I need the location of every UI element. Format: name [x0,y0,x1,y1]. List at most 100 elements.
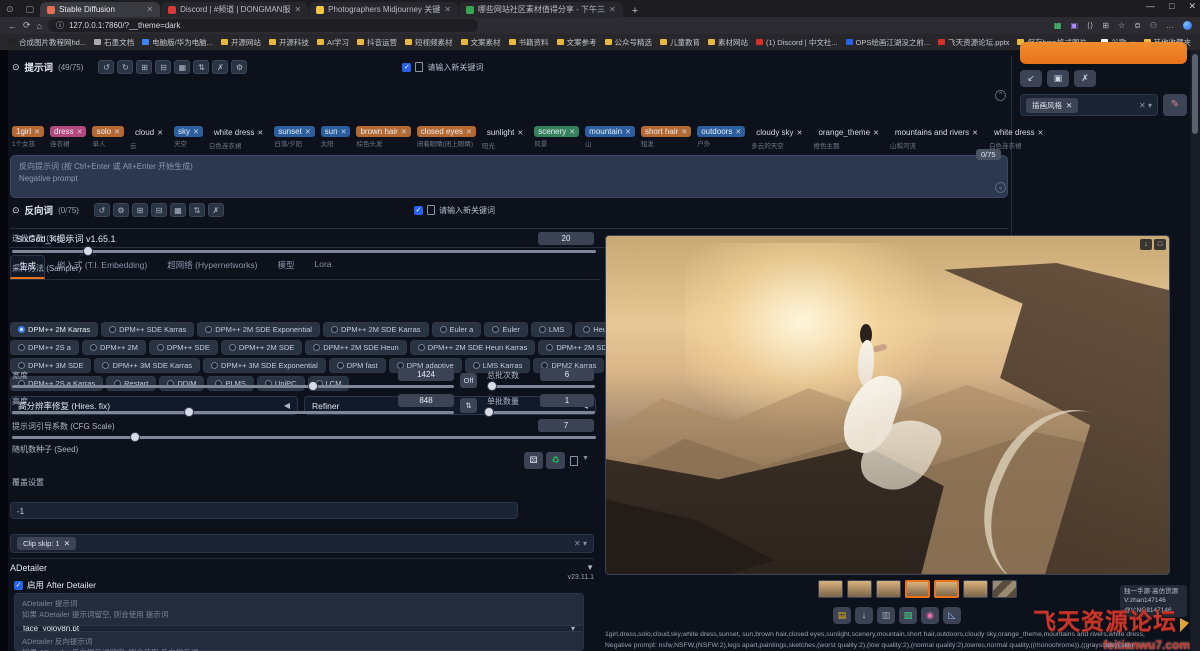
remove-tag-icon[interactable]: ✕ [114,128,120,136]
save-image-button[interactable]: ↓ [855,607,873,624]
prompt-tag[interactable]: white dress✕白色连衣裙 [209,126,268,150]
sampler-option[interactable]: DPM++ 3M SDE Exponential [203,358,326,373]
site-info-icon[interactable]: ⓘ [56,20,64,31]
thumbnail-4[interactable] [905,580,930,598]
tag-pill[interactable]: cloudy sky✕ [751,126,807,139]
tool-button-4[interactable]: ⊟ [155,60,171,74]
prompt-collapse-icon[interactable]: ⌃ [995,90,1006,101]
fullscreen-icon[interactable]: □ [1154,239,1166,250]
tag-pill[interactable]: outdoors✕ [697,126,745,137]
bookmark-item[interactable]: 短视频素材 [402,36,456,49]
batch-size-value[interactable]: 1 [540,394,594,407]
random-seed-button[interactable]: ⚄ [524,452,543,469]
height-slider[interactable] [12,411,454,414]
sampler-option[interactable]: DPM++ 2M SDE [221,340,302,355]
tag-pill[interactable]: mountains and rivers✕ [890,126,983,139]
prompt-tag[interactable]: mountains and rivers✕山和河流 [890,126,983,150]
minimize-button[interactable]: — [1146,1,1155,12]
batch-count-value[interactable]: 6 [540,368,594,381]
bookmark-item[interactable]: 飞天资源论坛.pptx [935,36,1012,49]
tab-close-icon[interactable]: ✕ [294,5,301,14]
prompt-tag[interactable]: solo✕单人 [92,126,124,150]
remove-tag-icon[interactable]: ✕ [401,128,407,136]
checkbox-checked-icon[interactable]: ✓ [14,581,23,590]
override-settings-box[interactable]: Clip skip: 1✕ ✕ ▾ [10,534,594,553]
tool-button-6[interactable]: ⇅ [189,203,205,217]
tool-button-8[interactable]: ⚙ [231,60,247,74]
remove-tag-icon[interactable]: ✕ [77,128,83,136]
new-keyword-checkbox-row[interactable]: ✓ 请输入新关键词 [414,205,495,216]
tag-pill[interactable]: cloud✕ [130,126,168,139]
new-tab-button[interactable]: + [624,5,646,17]
remove-tag-icon[interactable]: ✕ [305,128,311,136]
sampler-option[interactable]: Euler a [432,322,482,337]
tag-pill[interactable]: closed eyes✕ [417,126,476,137]
sampler-option[interactable]: LMS [531,322,572,337]
tool-button-6[interactable]: ⇅ [193,60,209,74]
browser-tab[interactable]: Photographers Midjourney 关键✕ [309,2,458,17]
close-button[interactable]: ✕ [1188,1,1196,12]
swap-dimensions-button[interactable]: ⇅ [460,398,477,413]
prompt-tag[interactable]: scenery✕风景 [534,126,579,150]
prompt-tag[interactable]: white dress✕白色连衣裙 [989,126,1048,150]
bookmark-item[interactable]: 石墨文档 [91,36,137,49]
sampler-option[interactable]: DPM fast [329,358,386,373]
tool-button-7[interactable]: ✗ [208,203,224,217]
sampler-option[interactable]: UniPC [257,376,305,391]
bookmark-item[interactable]: 抖音运营 [354,36,400,49]
prompt-tag[interactable]: orange_theme✕橙色主题 [813,126,883,150]
width-slider[interactable] [12,385,454,388]
thumbnail-3[interactable] [876,580,901,598]
bookmark-item[interactable]: 儿童教育 [657,36,703,49]
thumbnail-5[interactable] [934,580,959,598]
profile-icon[interactable]: ⚇ [1150,21,1157,30]
prompt-tag[interactable]: outdoors✕户外 [697,126,745,150]
remove-tag-icon[interactable]: ✕ [625,128,631,136]
remove-tag-icon[interactable]: ✕ [64,539,70,548]
sampler-option[interactable]: Restart [106,376,156,391]
tag-pill[interactable]: brown hair✕ [356,126,410,137]
sampler-option[interactable]: DPM++ 3M SDE Karras [94,358,200,373]
clear-prompt-button[interactable]: ✗ [1074,70,1096,87]
adetailer-enable-row[interactable]: ✓ 启用 After Detailer [14,579,96,591]
bookmark-item[interactable]: 文案素材 [458,36,504,49]
adetailer-negative-textarea[interactable]: ADetailer 反向提示词 如果 ADetailer 反向提示词留空, 则会… [14,631,584,651]
width-value[interactable]: 1424 [398,368,454,381]
tool-button-7[interactable]: ✗ [212,60,228,74]
collections-icon[interactable]: ⊜ [1134,21,1141,30]
send-to-img2img-button[interactable]: ▧ [899,607,917,624]
remove-tag-icon[interactable]: ✕ [341,128,347,136]
remove-tag-icon[interactable]: ✕ [517,129,523,137]
remove-tag-icon[interactable]: ✕ [1038,129,1044,137]
remove-tag-icon[interactable]: ✕ [797,129,803,137]
sampler-option[interactable]: DPM++ 2M SDE Heun Karras [410,340,536,355]
bookmark-item[interactable]: 合成图片教程网hd... [6,36,89,49]
tab-search-icon[interactable]: ⊙ [0,2,20,17]
tag-pill[interactable]: sky✕ [174,126,203,137]
bookmark-item[interactable]: OPS绘画江湖没之前... [843,36,934,49]
tab-2[interactable]: 超网络 (Hypernetworks) [159,255,265,279]
thumbnail-7[interactable] [992,580,1017,598]
prompt-tag[interactable]: closed eyes✕闭着眼睛(闭上眼睛) [417,126,476,150]
extra-seed-checkbox[interactable] [570,456,578,466]
sampler-option[interactable]: DPM++ 2M Karras [10,322,98,337]
bookmark-item[interactable]: AI学习 [314,36,352,49]
tag-pill[interactable]: white dress✕ [989,126,1048,139]
tab-close-icon[interactable]: ✕ [609,5,616,14]
tag-pill[interactable]: sun✕ [321,126,351,137]
open-folder-button[interactable]: ▤ [833,607,851,624]
tool-button-5[interactable]: ▦ [174,60,190,74]
bookmark-item[interactable]: (1) Discord | 中文社... [753,36,841,49]
seed-input[interactable]: -1 [10,502,518,519]
prompt-tag[interactable]: cloud✕云 [130,126,168,150]
tool-button-1[interactable]: ↺ [94,203,110,217]
prompt-tag[interactable]: 1girl✕1个女孩 [12,126,44,150]
bookmark-item[interactable]: 公众号精选 [602,36,656,49]
tab-4[interactable]: Lora [306,255,339,279]
prompt-tag[interactable]: mountain✕山 [585,126,635,150]
remove-tag-icon[interactable]: ✕ [1066,101,1072,110]
remove-tag-icon[interactable]: ✕ [735,128,741,136]
negative-collapse-icon[interactable]: ⌄ [995,182,1006,193]
prompt-tag[interactable]: short hair✕短发 [641,126,691,150]
checkbox-checked-icon[interactable]: ✓ [402,63,411,72]
